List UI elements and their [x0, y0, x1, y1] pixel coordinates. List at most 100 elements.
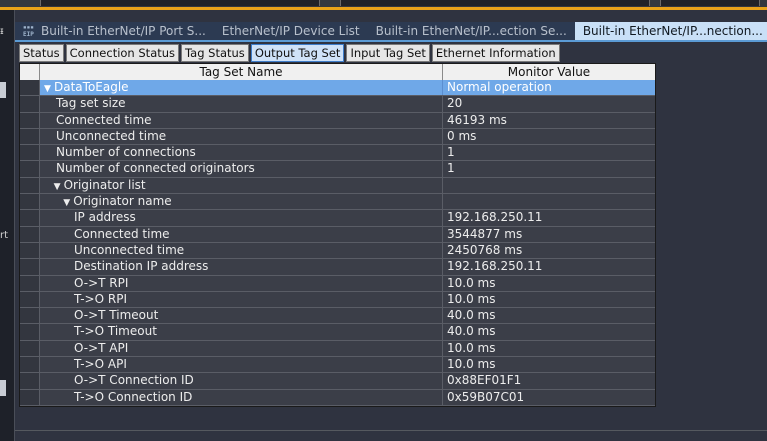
tag-name-text: T->O Timeout	[74, 324, 157, 339]
document-tab-0[interactable]: ▪▪▪ EIP Built-in EtherNet/IP Port S...	[15, 22, 214, 40]
tag-name-text: Originator name	[73, 194, 172, 209]
document-tab-2[interactable]: Built-in EtherNet/IP...ection Se...	[368, 22, 575, 40]
tag-name-cell: Number of connected originators	[40, 161, 443, 177]
monitor-value-cell: 46193 ms	[447, 112, 507, 127]
tag-name-cell: O->T API	[40, 340, 443, 357]
monitor-value-cell: 1	[447, 145, 455, 160]
table-row[interactable]: T->O Timeout 40.0 ms	[20, 324, 655, 341]
table-row[interactable]: IP address 192.168.250.11	[20, 210, 655, 227]
monitor-value-cell: 0 ms	[447, 128, 477, 143]
table-row[interactable]: O->T Connection ID 0x88EF01F1	[20, 373, 655, 390]
tag-name-cell: Connected time	[40, 226, 443, 242]
monitor-tab-5[interactable]: Ethernet Information	[431, 44, 560, 62]
monitor-value-cell: 20	[447, 96, 463, 111]
eip-icon: ▪▪▪ EIP	[23, 24, 34, 38]
row-gutter	[20, 210, 40, 226]
left-side-panel: ᵻ rt	[0, 10, 14, 441]
toolbar-segment	[40, 0, 320, 6]
document-tab-label: Built-in EtherNet/IP...ection Se...	[375, 24, 567, 38]
tag-name-text: Connected time	[74, 226, 170, 241]
monitor-value-cell: 0x88EF01F1	[447, 373, 522, 388]
monitor-tab-1[interactable]: Connection Status	[65, 44, 180, 62]
column-header-monitor-value[interactable]: Monitor Value	[443, 64, 655, 80]
table-row[interactable]: O->T RPI 10.0 ms	[20, 275, 655, 292]
tag-name-text: Originator list	[63, 177, 146, 192]
table-row[interactable]: T->O Connection ID 0x59B07C01	[20, 389, 655, 406]
table-row[interactable]: ▼ Originator list	[20, 177, 655, 195]
monitor-value-cell: 2450768 ms	[447, 242, 523, 257]
tag-name-cell: T->O RPI	[40, 291, 443, 308]
monitor-value-cell: 192.168.250.11	[447, 259, 543, 274]
monitor-tab-2[interactable]: Tag Status	[181, 44, 249, 62]
table-row[interactable]: Number of connections 1	[20, 145, 655, 162]
tag-name-text: Tag set size	[56, 96, 126, 111]
pin-icon[interactable]: ᵻ	[0, 26, 4, 37]
grid-header: Tag Set Name Monitor Value	[20, 64, 655, 80]
document-tab-1[interactable]: EtherNet/IP Device List	[214, 22, 368, 40]
monitor-value-cell: 1	[447, 161, 455, 176]
monitor-tab-3[interactable]: Output Tag Set	[250, 44, 345, 62]
tag-name-cell: T->O Timeout	[40, 324, 443, 340]
monitor-value-cell: 40.0 ms	[447, 324, 496, 339]
panel-handle[interactable]	[0, 380, 6, 396]
expand-triangle-icon[interactable]: ▼	[63, 196, 73, 209]
table-row[interactable]: ▼ DataToEagle Normal operation	[20, 80, 655, 97]
tag-name-text: Destination IP address	[74, 259, 209, 274]
tag-name-cell: T->O API	[40, 357, 443, 373]
table-row[interactable]: O->T Timeout 40.0 ms	[20, 308, 655, 325]
table-row[interactable]: Unconnected time 0 ms	[20, 128, 655, 146]
table-row[interactable]: Unconnected time 2450768 ms	[20, 242, 655, 260]
tag-name-cell: Destination IP address	[40, 259, 443, 275]
tag-name-cell: Number of connections	[40, 145, 443, 161]
toolbar-segment	[660, 0, 760, 6]
row-gutter	[20, 373, 40, 389]
table-row[interactable]: Connected time 3544877 ms	[20, 226, 655, 243]
monitor-tab-0[interactable]: Status	[19, 44, 64, 62]
monitor-value-cell: 10.0 ms	[447, 340, 496, 355]
row-gutter	[20, 340, 40, 357]
tag-name-text: Number of connected originators	[56, 161, 255, 176]
bottom-divider	[15, 430, 767, 431]
monitor-value-cell: 40.0 ms	[447, 308, 496, 323]
table-row[interactable]: T->O RPI 10.0 ms	[20, 291, 655, 309]
tag-name-text: Unconnected time	[56, 128, 167, 143]
tag-name-text: Connected time	[56, 112, 152, 127]
tag-name-cell: O->T Connection ID	[40, 373, 443, 389]
row-gutter	[20, 389, 40, 405]
expand-triangle-icon[interactable]: ▼	[54, 180, 64, 193]
panel-handle[interactable]	[0, 82, 6, 98]
monitor-tab-4[interactable]: Input Tag Set	[346, 44, 430, 62]
monitor-value-cell	[443, 178, 655, 193]
row-gutter	[20, 161, 40, 177]
row-gutter	[20, 177, 40, 194]
table-row[interactable]: Destination IP address 192.168.250.11	[20, 259, 655, 276]
tag-name-cell: T->O Connection ID	[40, 389, 443, 405]
tag-name-text: T->O RPI	[74, 291, 127, 306]
expand-triangle-icon[interactable]: ▼	[44, 82, 54, 95]
left-panel-text-fragment: rt	[0, 230, 9, 241]
monitor-value-cell: 10.0 ms	[447, 275, 496, 290]
tag-name-text: IP address	[74, 210, 136, 225]
table-row[interactable]: T->O API 10.0 ms	[20, 357, 655, 374]
tag-name-text: T->O API	[74, 357, 127, 372]
table-row[interactable]: ▼ Originator name	[20, 194, 655, 211]
document-tab-label: Built-in EtherNet/IP Port S...	[41, 24, 206, 38]
table-row[interactable]: O->T API 10.0 ms	[20, 340, 655, 358]
table-row[interactable]: Tag set size 20	[20, 96, 655, 113]
row-gutter	[20, 275, 40, 291]
tag-name-text: Number of connections	[56, 145, 196, 160]
row-gutter	[20, 80, 40, 96]
tag-name-cell: O->T Timeout	[40, 308, 443, 324]
document-tab-3[interactable]: Built-in EtherNet/IP...nection...✕	[574, 22, 767, 40]
tag-name-cell: ▼ Originator name	[40, 194, 443, 210]
table-row[interactable]: Connected time 46193 ms	[20, 112, 655, 129]
tag-name-text: O->T API	[74, 340, 129, 355]
monitor-value-cell: 3544877 ms	[447, 226, 523, 241]
tag-name-cell: Tag set size	[40, 96, 443, 112]
tag-name-cell: Unconnected time	[40, 128, 443, 145]
monitor-value-cell: 10.0 ms	[447, 291, 496, 306]
row-gutter	[20, 259, 40, 275]
column-header-tag-set-name[interactable]: Tag Set Name	[40, 64, 443, 80]
document-tab-bar: ▪▪▪ EIP Built-in EtherNet/IP Port S... Ethe…	[15, 22, 767, 42]
table-row[interactable]: Number of connected originators 1	[20, 161, 655, 178]
